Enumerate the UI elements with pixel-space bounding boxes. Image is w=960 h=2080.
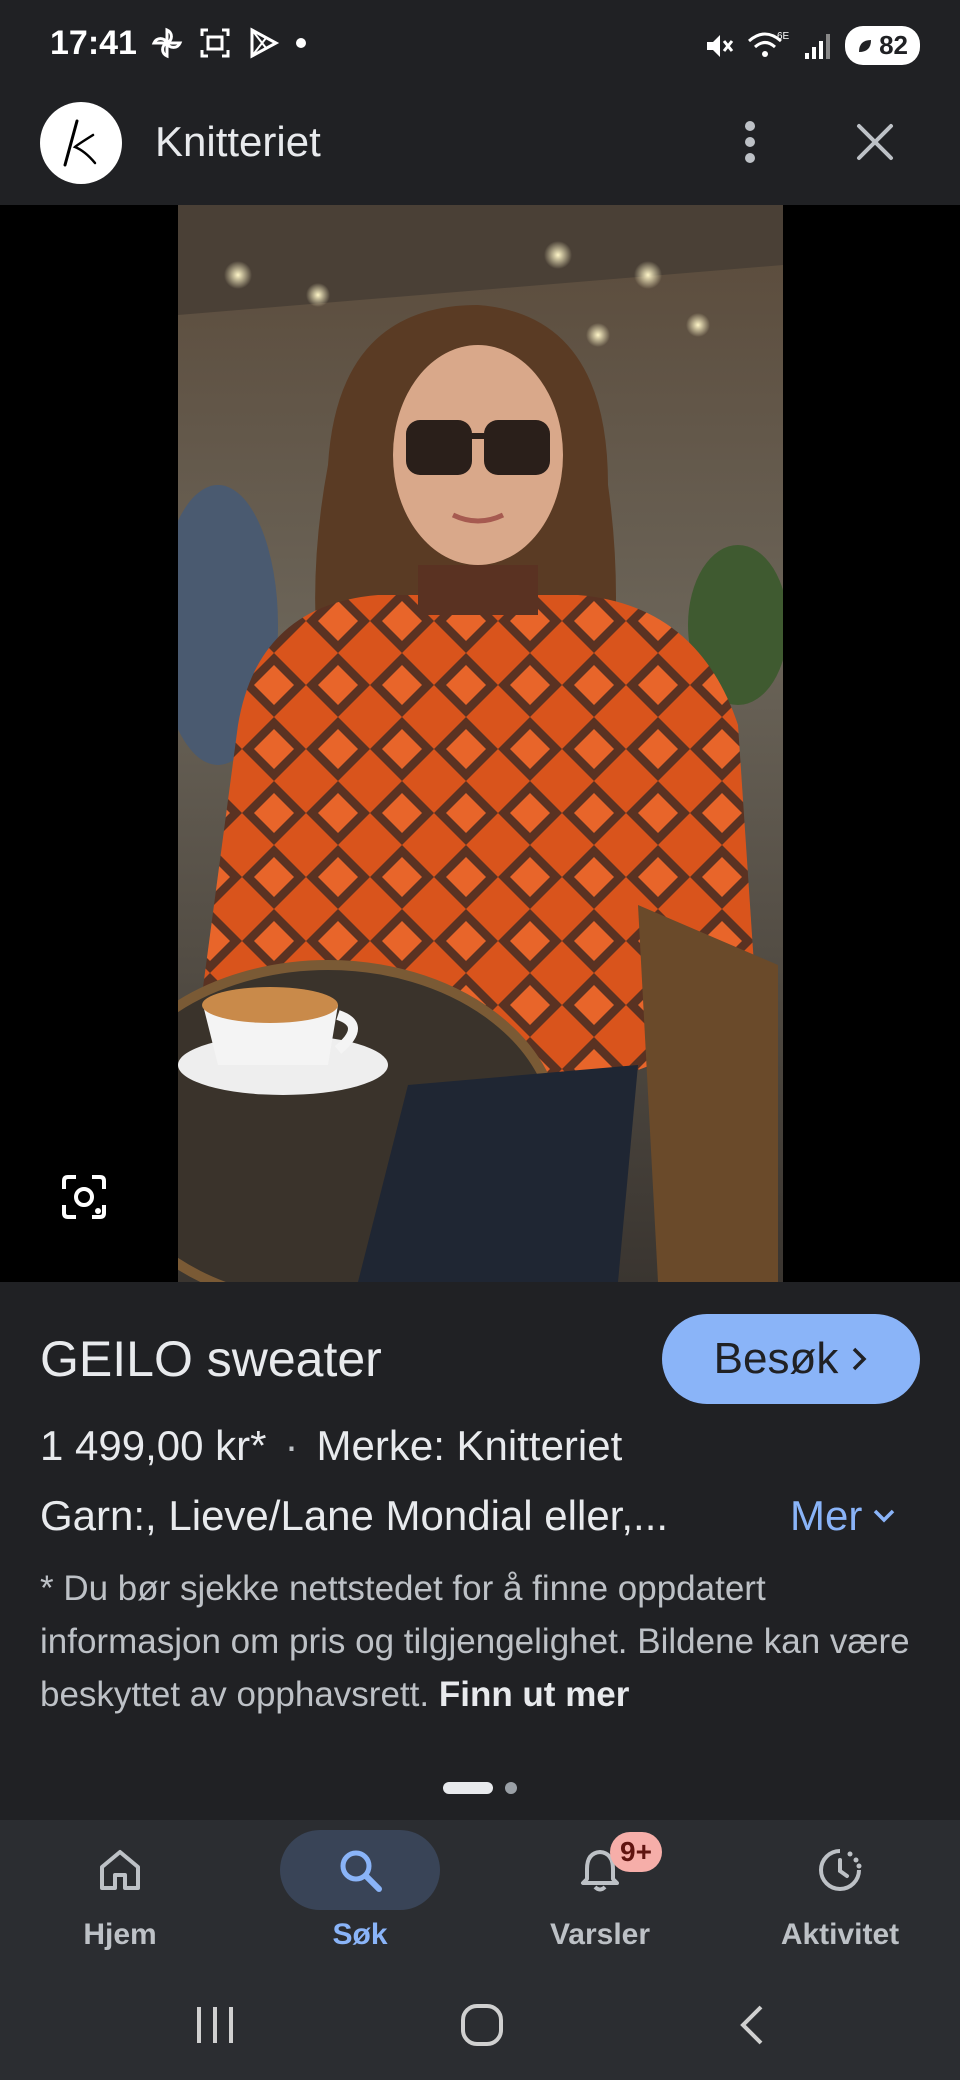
- product-photo[interactable]: [178, 205, 783, 1282]
- chevron-right-icon: [853, 1347, 867, 1371]
- page-dot-active: [443, 1782, 493, 1794]
- home-icon: [100, 1850, 140, 1890]
- visit-button[interactable]: Besøk: [662, 1314, 920, 1404]
- price-line: 1 499,00 kr* · Merke: Knitteriet: [40, 1422, 622, 1470]
- lens-search-button[interactable]: [52, 1165, 116, 1229]
- recent-apps-icon: [197, 2007, 233, 2043]
- image-viewer: [0, 205, 960, 1282]
- pinwheel-icon: [151, 27, 183, 59]
- knitteriet-logo-icon: [63, 119, 97, 167]
- nav-label-home: Hjem: [83, 1918, 157, 1951]
- back-icon: [740, 2005, 763, 2045]
- site-avatar[interactable]: [40, 102, 122, 184]
- wifi-6e-icon: 6E: [748, 31, 790, 57]
- nav-item-search[interactable]: Søk: [260, 1830, 460, 1970]
- visit-button-label: Besøk: [713, 1334, 839, 1383]
- brand: Merke: Knitteriet: [316, 1422, 623, 1469]
- close-icon: [857, 124, 893, 160]
- nav-item-activity[interactable]: Aktivitet: [740, 1830, 940, 1970]
- nav-icon-container: [760, 1830, 920, 1910]
- signal-icon: [805, 33, 831, 59]
- page-indicator: [443, 1782, 517, 1794]
- svg-text:6E: 6E: [777, 31, 790, 42]
- nav-icon-container: 9+: [520, 1830, 680, 1910]
- recent-apps-button[interactable]: [185, 2000, 245, 2050]
- system-navigation-bar: [0, 1970, 960, 2080]
- nav-label-notifications: Varsler: [549, 1918, 651, 1951]
- price: 1 499,00 kr*: [40, 1422, 267, 1469]
- page-dot: [505, 1782, 517, 1794]
- nav-icon-container: [280, 1830, 440, 1910]
- more-options-button[interactable]: [725, 112, 775, 172]
- nav-item-notifications[interactable]: 9+ Varsler: [500, 1830, 700, 1970]
- mute-icon: [707, 34, 734, 57]
- screenshot-icon: [200, 28, 230, 58]
- product-info-panel: GEILO sweater Besøk 1 499,00 kr* · Merke…: [0, 1282, 960, 1820]
- header: Knitteriet: [0, 90, 960, 205]
- status-time: 17:41: [50, 24, 137, 62]
- bottom-navigation: Hjem Søk 9+ Varsler Aktivitet: [0, 1820, 960, 1970]
- separator: ·: [284, 1422, 299, 1469]
- status-left-icons: [150, 26, 308, 60]
- google-lens-icon: [62, 1175, 106, 1219]
- status-right-icons: 6E 82: [703, 26, 920, 65]
- home-circle-icon: [461, 2004, 503, 2046]
- play-store-icon: [250, 27, 280, 59]
- back-button[interactable]: [722, 2000, 782, 2050]
- activity-icon: [819, 1849, 862, 1891]
- chevron-down-icon: [874, 1509, 895, 1523]
- disclaimer: * Du bør sjekke nettstedet for å finne o…: [40, 1562, 930, 1721]
- battery-saver-icon: [859, 39, 872, 52]
- notification-badge: 9+: [610, 1832, 662, 1872]
- status-bar: 17:41 6E 82: [0, 0, 960, 90]
- close-button[interactable]: [845, 112, 905, 172]
- home-button[interactable]: [452, 2000, 512, 2050]
- nav-label-activity: Aktivitet: [780, 1918, 900, 1951]
- site-name[interactable]: Knitteriet: [155, 118, 321, 166]
- battery-level: 82: [879, 30, 908, 60]
- battery-indicator: 82: [845, 26, 920, 65]
- nav-item-home[interactable]: Hjem: [20, 1830, 220, 1970]
- more-vert-icon: [745, 121, 755, 163]
- product-description: Garn:, Lieve/Lane Mondial eller,...: [40, 1492, 669, 1539]
- more-button[interactable]: Mer: [790, 1492, 896, 1540]
- learn-more-link[interactable]: Finn ut mer: [439, 1675, 630, 1714]
- more-label: Mer: [790, 1492, 863, 1539]
- dot-icon: [296, 38, 306, 48]
- nav-icon-container: [40, 1830, 200, 1910]
- search-icon: [340, 1850, 382, 1892]
- nav-label-search: Søk: [332, 1918, 388, 1951]
- product-title: GEILO sweater: [40, 1331, 382, 1387]
- sweater-photo: [178, 205, 783, 1282]
